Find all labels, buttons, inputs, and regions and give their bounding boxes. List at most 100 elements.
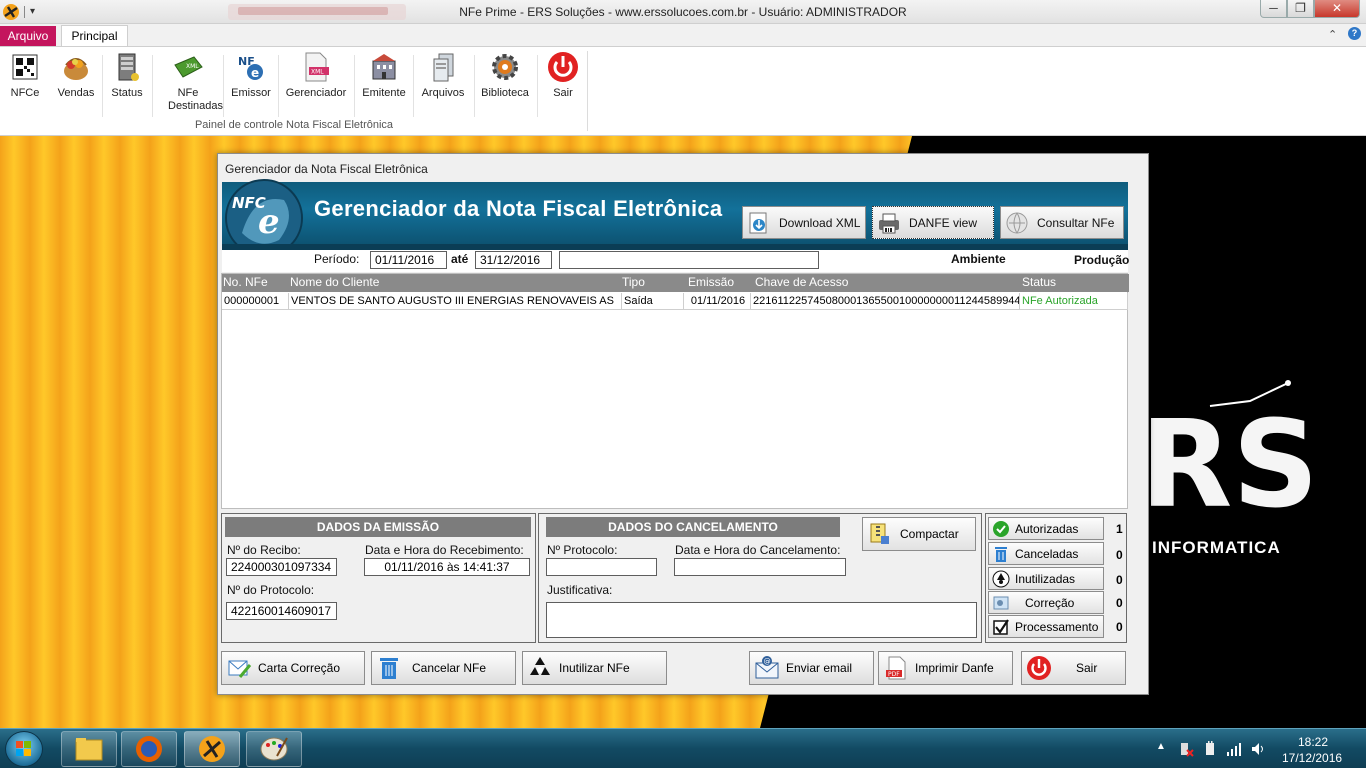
correcao-count: 0 bbox=[1116, 596, 1123, 610]
minimize-button[interactable]: ─ bbox=[1260, 0, 1287, 18]
download-xml-button[interactable]: Download XML bbox=[742, 206, 866, 239]
enviar-email-button[interactable]: @ Enviar email bbox=[749, 651, 874, 685]
ribbon-button-status[interactable]: Status bbox=[108, 51, 146, 99]
recebimento-field[interactable]: 01/11/2016 às 14:41:37 bbox=[364, 558, 530, 576]
compactar-button[interactable]: Compactar bbox=[862, 517, 976, 551]
cell-chave: 2216112257450800013655001000000001124458… bbox=[751, 293, 1020, 310]
consult-globe-icon bbox=[1006, 212, 1028, 233]
ribbon-button-biblioteca[interactable]: Biblioteca bbox=[477, 51, 533, 99]
table-row[interactable]: 000000001 VENTOS DE SANTO AUGUSTO III EN… bbox=[222, 293, 1129, 310]
pdf-icon: PDF bbox=[886, 656, 906, 680]
taskbar-firefox[interactable] bbox=[121, 731, 177, 767]
cancel-protocolo-label: Nº Protocolo: bbox=[547, 543, 618, 557]
ribbon-button-emitente[interactable]: Emitente bbox=[358, 51, 410, 99]
volume-icon[interactable] bbox=[1250, 741, 1266, 757]
search-input[interactable] bbox=[559, 251, 819, 269]
close-button[interactable]: ✕ bbox=[1314, 0, 1360, 18]
ribbon-label-emitente: Emitente bbox=[362, 87, 406, 99]
column-header-chave[interactable]: Chave de Acesso bbox=[755, 275, 848, 289]
tray-expand-icon[interactable]: ▲ bbox=[1156, 741, 1166, 752]
sair-button[interactable]: Sair bbox=[1021, 651, 1126, 685]
canceladas-button[interactable]: Canceladas bbox=[988, 542, 1104, 565]
justificativa-label: Justificativa: bbox=[547, 583, 613, 597]
tab-arquivo[interactable]: Arquivo bbox=[0, 26, 56, 46]
column-header-emissao[interactable]: Emissão bbox=[688, 275, 734, 289]
svg-text:XML: XML bbox=[186, 63, 199, 70]
inutilizar-nfe-button[interactable]: Inutilizar NFe bbox=[522, 651, 667, 685]
column-header-cliente[interactable]: Nome do Cliente bbox=[290, 275, 379, 289]
clock-time[interactable]: 18:22 bbox=[1298, 735, 1328, 749]
recibo-field[interactable]: 224000301097334 bbox=[226, 558, 337, 576]
trash-icon bbox=[380, 658, 398, 679]
processamento-button[interactable]: Processamento bbox=[988, 615, 1104, 638]
taskbar-explorer[interactable] bbox=[61, 731, 117, 767]
column-header-tipo[interactable]: Tipo bbox=[622, 275, 645, 289]
taskbar-nfe-prime[interactable] bbox=[184, 731, 240, 767]
brand-subtitle: INFORMATICA bbox=[1152, 538, 1281, 557]
ribbon-button-vendas[interactable]: Vendas bbox=[54, 51, 98, 99]
action-center-icon[interactable] bbox=[1178, 741, 1194, 757]
date-to-input[interactable]: 31/12/2016 bbox=[475, 251, 552, 269]
consultar-nfe-button[interactable]: Consultar NFe bbox=[1000, 206, 1124, 239]
ribbon-button-arquivos[interactable]: Arquivos bbox=[417, 51, 469, 99]
signal-strength-icon[interactable] bbox=[1226, 741, 1242, 757]
cancelamento-panel: DADOS DO CANCELAMENTO Nº Protocolo: Data… bbox=[538, 513, 982, 643]
ribbon-separator bbox=[537, 55, 538, 117]
start-button[interactable] bbox=[5, 731, 43, 767]
manager-dialog: Gerenciador da Nota Fiscal Eletrônica NF… bbox=[217, 153, 1149, 695]
dialog-banner: NFC e Gerenciador da Nota Fiscal Eletrôn… bbox=[222, 179, 1128, 257]
ribbon-label-biblioteca: Biblioteca bbox=[481, 87, 529, 99]
power-plug-icon[interactable] bbox=[1202, 741, 1218, 757]
recycle-icon bbox=[992, 570, 1010, 587]
enviar-email-label: Enviar email bbox=[786, 661, 853, 675]
window-title-bar: ▾ NFe Prime - ERS Soluções - www.erssolu… bbox=[0, 0, 1366, 24]
cancel-data-label: Data e Hora do Cancelamento: bbox=[675, 543, 841, 557]
filter-bar: Período: 01/11/2016 até 31/12/2016 Ambie… bbox=[222, 250, 1129, 272]
ribbon-collapse-icon[interactable]: ⌃ bbox=[1328, 28, 1337, 41]
canceladas-count: 0 bbox=[1116, 548, 1123, 562]
inutilizadas-button[interactable]: Inutilizadas bbox=[988, 567, 1104, 590]
ribbon-button-gerenciador[interactable]: XML Gerenciador bbox=[282, 51, 350, 99]
ribbon-separator bbox=[223, 55, 224, 117]
taskbar-paint[interactable] bbox=[246, 731, 302, 767]
correcao-button[interactable]: Correção bbox=[988, 591, 1104, 614]
autorizadas-button[interactable]: Autorizadas bbox=[988, 517, 1104, 540]
banner-title: Gerenciador da Nota Fiscal Eletrônica bbox=[314, 196, 723, 221]
tab-principal[interactable]: Principal bbox=[61, 25, 128, 47]
xml-file-icon: XML bbox=[300, 51, 332, 83]
imprimir-danfe-button[interactable]: PDF Imprimir Danfe bbox=[878, 651, 1013, 685]
ribbon-button-sair[interactable]: Sair bbox=[543, 51, 583, 99]
ribbon-label-emissor: Emissor bbox=[231, 87, 271, 99]
cancel-data-field[interactable] bbox=[674, 558, 846, 576]
cancel-protocolo-field[interactable] bbox=[546, 558, 657, 576]
power-icon bbox=[547, 51, 579, 83]
date-from-input[interactable]: 01/11/2016 bbox=[370, 251, 447, 269]
cell-emissao: 01/11/2016 bbox=[684, 293, 751, 310]
emissao-panel: DADOS DA EMISSÃO Nº do Recibo: 224000301… bbox=[221, 513, 536, 643]
carta-correcao-button[interactable]: Carta Correção bbox=[221, 651, 365, 685]
download-xml-label: Download XML bbox=[779, 215, 861, 230]
cancelar-nfe-button[interactable]: Cancelar NFe bbox=[371, 651, 516, 685]
compactar-label: Compactar bbox=[900, 527, 959, 541]
ribbon-button-nfe-destinadas[interactable]: XML NFe Destinadas bbox=[157, 51, 223, 113]
periodo-label: Período: bbox=[314, 252, 360, 266]
canceladas-label: Canceladas bbox=[1015, 546, 1079, 561]
column-header-numero[interactable]: No. NFe bbox=[223, 275, 268, 289]
files-icon bbox=[427, 51, 459, 83]
clock-date[interactable]: 17/12/2016 bbox=[1282, 751, 1342, 765]
nfe-grid[interactable]: No. NFe Nome do Cliente Tipo Emissão Cha… bbox=[221, 273, 1129, 509]
column-header-status[interactable]: Status bbox=[1022, 275, 1056, 289]
cell-status: NFe Autorizada bbox=[1020, 293, 1128, 310]
ribbon-label-sair: Sair bbox=[553, 87, 573, 99]
ribbon-label-status: Status bbox=[111, 87, 143, 99]
help-icon[interactable]: ? bbox=[1348, 27, 1361, 40]
danfe-view-button[interactable]: DANFE view bbox=[872, 206, 994, 239]
protocolo-field[interactable]: 422160014609017 bbox=[226, 602, 337, 620]
maximize-button[interactable]: ❐ bbox=[1287, 0, 1314, 18]
system-tray: ▲ 18:22 17/12/2016 bbox=[1150, 729, 1366, 768]
justificativa-field[interactable] bbox=[546, 602, 977, 638]
ambiente-label: Ambiente bbox=[951, 252, 1006, 266]
svg-text:e: e bbox=[251, 66, 259, 80]
ribbon-button-nfce[interactable]: NFCe bbox=[6, 51, 44, 99]
ribbon-button-emissor[interactable]: NF e Emissor bbox=[228, 51, 274, 99]
